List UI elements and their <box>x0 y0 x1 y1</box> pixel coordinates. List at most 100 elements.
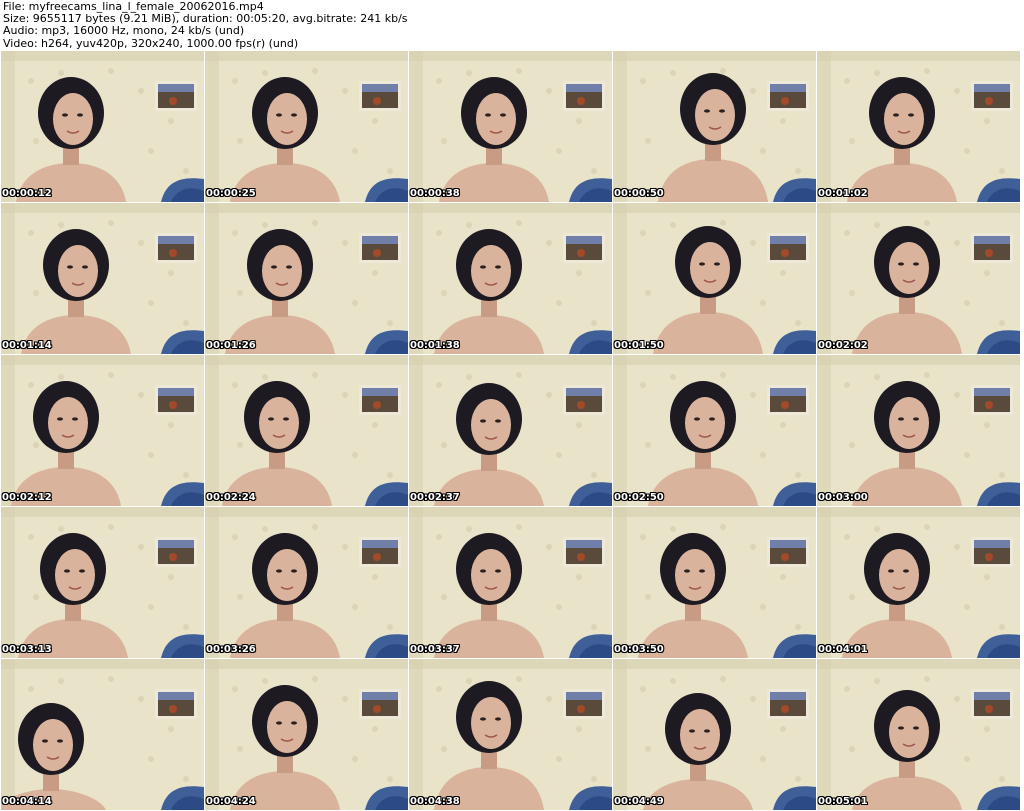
video-thumbnail: 00:02:50 <box>613 355 816 506</box>
thumbnail-frame-image <box>817 355 1020 506</box>
timestamp-label: 00:02:50 <box>614 492 664 503</box>
timestamp-label: 00:04:24 <box>206 796 256 807</box>
video-thumbnail: 00:01:14 <box>1 203 204 354</box>
thumbnail-frame-image <box>817 507 1020 658</box>
timestamp-label: 00:03:37 <box>410 644 460 655</box>
video-thumbnail: 00:03:13 <box>1 507 204 658</box>
thumbnail-frame-image <box>205 51 408 202</box>
wall-poster <box>563 537 605 567</box>
thumbnail-frame-image <box>1 659 204 810</box>
video-thumbnail: 00:00:25 <box>205 51 408 202</box>
video-thumbnail: 00:04:01 <box>817 507 1020 658</box>
wall-poster <box>767 385 809 415</box>
video-thumbnail: 00:01:50 <box>613 203 816 354</box>
thumbnail-frame-image <box>205 507 408 658</box>
timestamp-label: 00:01:14 <box>2 340 52 351</box>
video-thumbnail: 00:02:37 <box>409 355 612 506</box>
wall-poster <box>971 385 1013 415</box>
thumbnail-frame-image <box>613 51 816 202</box>
wall-poster <box>971 537 1013 567</box>
wall-poster <box>155 385 197 415</box>
video-thumbnail: 00:04:49 <box>613 659 816 810</box>
video-thumbnail: 00:02:12 <box>1 355 204 506</box>
video-thumbnail: 00:04:14 <box>1 659 204 810</box>
thumbnail-frame-image <box>1 355 204 506</box>
wall-poster <box>155 537 197 567</box>
video-thumbnail: 00:04:38 <box>409 659 612 810</box>
wall-poster <box>767 689 809 719</box>
wall-poster <box>563 385 605 415</box>
thumbnail-frame-image <box>1 51 204 202</box>
video-thumbnail: 00:03:00 <box>817 355 1020 506</box>
video-thumbnail: 00:02:02 <box>817 203 1020 354</box>
thumbnail-frame-image <box>1 507 204 658</box>
video-thumbnail: 00:01:38 <box>409 203 612 354</box>
thumbnail-frame-image <box>817 659 1020 810</box>
timestamp-label: 00:02:02 <box>818 340 868 351</box>
video-thumbnail: 00:01:02 <box>817 51 1020 202</box>
file-info-header: File: myfreecams_lina_l_female_20062016.… <box>0 0 1024 50</box>
wall-poster <box>971 233 1013 263</box>
timestamp-label: 00:04:01 <box>818 644 868 655</box>
timestamp-label: 00:00:25 <box>206 188 256 199</box>
wall-poster <box>359 233 401 263</box>
audio-info-line: Audio: mp3, 16000 Hz, mono, 24 kb/s (und… <box>3 24 245 38</box>
video-thumbnail: 00:01:26 <box>205 203 408 354</box>
timestamp-label: 00:01:02 <box>818 188 868 199</box>
timestamp-label: 00:05:01 <box>818 796 868 807</box>
wall-poster <box>563 233 605 263</box>
wall-poster <box>563 81 605 111</box>
video-thumbnail: 00:05:01 <box>817 659 1020 810</box>
video-info-line: Video: h264, yuv420p, 320x240, 1000.00 f… <box>3 36 299 50</box>
wall-poster <box>971 689 1013 719</box>
timestamp-label: 00:01:50 <box>614 340 664 351</box>
thumbnail-frame-image <box>613 203 816 354</box>
video-thumbnail: 00:02:24 <box>205 355 408 506</box>
thumbnail-frame-image <box>409 203 612 354</box>
thumbnail-frame-image <box>817 203 1020 354</box>
timestamp-label: 00:04:14 <box>2 796 52 807</box>
timestamp-label: 00:03:26 <box>206 644 256 655</box>
video-thumbnail: 00:00:38 <box>409 51 612 202</box>
thumbnail-frame-image <box>409 51 612 202</box>
timestamp-label: 00:04:38 <box>410 796 460 807</box>
wall-poster <box>767 233 809 263</box>
video-thumbnail: 00:03:50 <box>613 507 816 658</box>
timestamp-label: 00:00:38 <box>410 188 460 199</box>
thumbnail-frame-image <box>409 507 612 658</box>
wall-poster <box>155 81 197 111</box>
video-thumbnail: 00:00:50 <box>613 51 816 202</box>
wall-poster <box>767 537 809 567</box>
thumbnail-frame-image <box>613 355 816 506</box>
wall-poster <box>155 233 197 263</box>
timestamp-label: 00:02:37 <box>410 492 460 503</box>
timestamp-label: 00:01:38 <box>410 340 460 351</box>
wall-poster <box>359 385 401 415</box>
thumbnail-frame-image <box>1 203 204 354</box>
thumbnail-grid: 00:00:12 00:00:25 00:00:38 00:00:50 00:01:02… <box>1 51 1024 811</box>
timestamp-label: 00:04:49 <box>614 796 664 807</box>
wall-poster <box>563 689 605 719</box>
wall-poster <box>971 81 1013 111</box>
timestamp-label: 00:02:24 <box>206 492 256 503</box>
video-thumbnail: 00:03:37 <box>409 507 612 658</box>
timestamp-label: 00:03:13 <box>2 644 52 655</box>
video-thumbnail: 00:00:12 <box>1 51 204 202</box>
wall-poster <box>155 689 197 719</box>
thumbnail-frame-image <box>205 203 408 354</box>
thumbnail-frame-image <box>613 507 816 658</box>
video-thumbnail: 00:03:26 <box>205 507 408 658</box>
wall-poster <box>359 537 401 567</box>
video-thumbnail: 00:04:24 <box>205 659 408 810</box>
thumbnail-frame-image <box>409 659 612 810</box>
timestamp-label: 00:03:00 <box>818 492 868 503</box>
thumbnail-frame-image <box>817 51 1020 202</box>
wall-poster <box>359 689 401 719</box>
wall-poster <box>359 81 401 111</box>
timestamp-label: 00:03:50 <box>614 644 664 655</box>
thumbnail-frame-image <box>409 355 612 506</box>
thumbnail-frame-image <box>613 659 816 810</box>
timestamp-label: 00:01:26 <box>206 340 256 351</box>
timestamp-label: 00:00:50 <box>614 188 664 199</box>
thumbnail-frame-image <box>205 355 408 506</box>
